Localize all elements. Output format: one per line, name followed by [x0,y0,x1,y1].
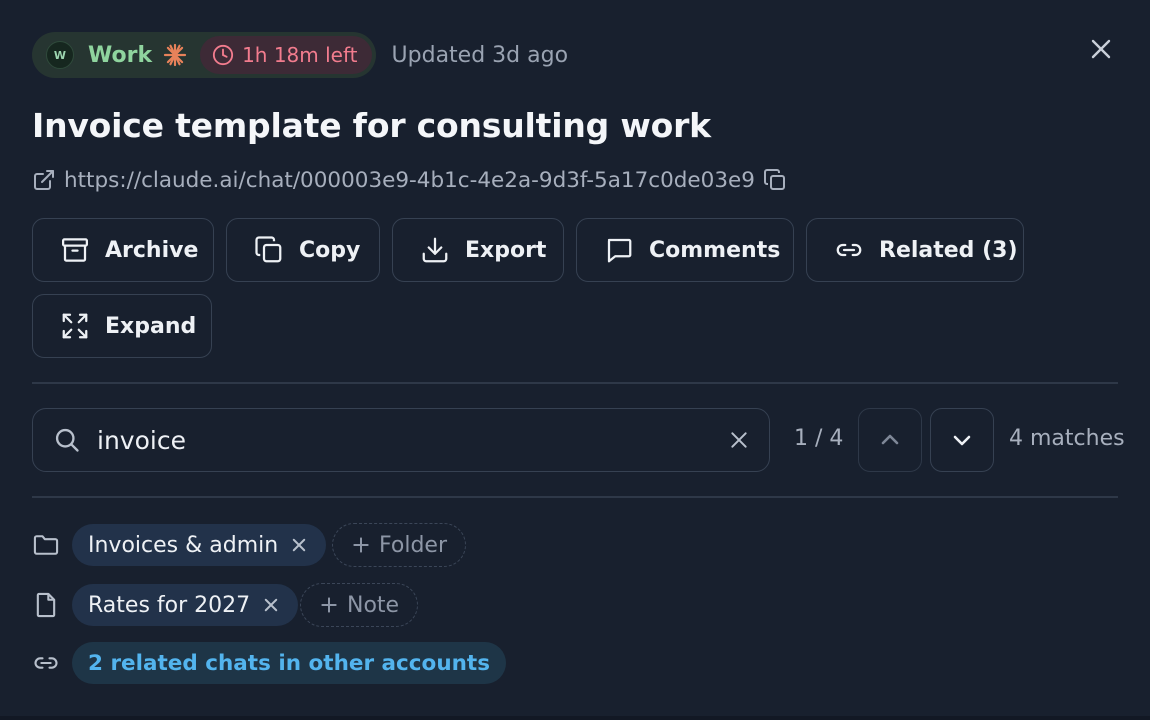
note-tag[interactable]: Rates for 2027 [72,584,299,626]
archive-button[interactable]: Archive [32,218,214,282]
folder-tag[interactable]: Invoices & admin [72,524,327,566]
external-link-icon[interactable] [32,168,56,192]
copy-label: Copy [299,237,361,263]
divider [32,382,1118,384]
chat-url-link[interactable]: https://claude.ai/chat/000003e9-4b1c-4e2… [64,168,755,193]
export-button[interactable]: Export [392,218,564,282]
note-tag-label: Rates for 2027 [88,592,251,618]
add-note-label: Note [347,592,400,618]
divider [32,496,1118,498]
copy-button[interactable]: Copy [226,218,380,282]
comments-icon [603,234,635,266]
expand-label: Expand [105,313,197,339]
match-count: 4 matches [1009,426,1125,451]
search-input[interactable] [97,425,697,455]
bottom-edge [0,716,1150,720]
clear-search-icon[interactable] [727,428,751,452]
chevron-up-icon [878,428,902,452]
archive-icon [59,234,91,266]
chat-detail-panel: W Work 1h 18m left Updated 3d ago Invoic… [0,0,1150,720]
comments-label: Comments [649,237,781,263]
close-button[interactable] [1084,32,1118,66]
comments-button[interactable]: Comments [576,218,794,282]
export-icon [419,234,451,266]
related-button[interactable]: Related (3) [806,218,1024,282]
add-folder-label: Folder [379,532,447,558]
export-label: Export [465,237,547,263]
related-chats-label: 2 related chats in other accounts [88,650,491,676]
clock-icon [212,44,234,66]
related-chats-link[interactable]: 2 related chats in other accounts [72,642,507,684]
link-icon [833,234,865,266]
account-avatar: W [46,41,74,69]
plus-icon [319,595,339,615]
copy-url-icon[interactable] [763,168,787,192]
link-icon [32,649,60,677]
spark-icon [162,42,188,68]
chevron-down-icon [950,428,974,452]
account-name: Work [88,42,153,68]
header-row: W Work 1h 18m left Updated 3d ago [32,32,568,78]
remove-folder-icon[interactable] [288,534,310,556]
folder-tag-label: Invoices & admin [88,532,279,558]
page-title: Invoice template for consulting work [32,106,711,145]
related-label: Related (3) [879,237,1018,263]
chat-url-row: https://claude.ai/chat/000003e9-4b1c-4e2… [32,164,787,196]
expand-button[interactable]: Expand [32,294,212,358]
search-box [32,408,770,472]
note-icon [32,591,60,619]
archive-label: Archive [105,237,199,263]
add-note-button[interactable]: Note [300,583,419,627]
next-match-button[interactable] [930,408,994,472]
folder-icon [32,531,60,559]
add-folder-button[interactable]: Folder [332,523,466,567]
time-left-text: 1h 18m left [242,43,358,67]
expand-icon [59,310,91,342]
time-left-badge: 1h 18m left [200,36,372,74]
match-position: 1 / 4 [794,426,844,451]
previous-match-button[interactable] [858,408,922,472]
updated-timestamp: Updated 3d ago [391,42,569,68]
close-icon [1089,37,1113,61]
search-icon [53,426,81,454]
plus-icon [351,535,371,555]
copy-icon [253,234,285,266]
remove-note-icon[interactable] [260,594,282,616]
account-pill[interactable]: W Work 1h 18m left [32,32,376,78]
